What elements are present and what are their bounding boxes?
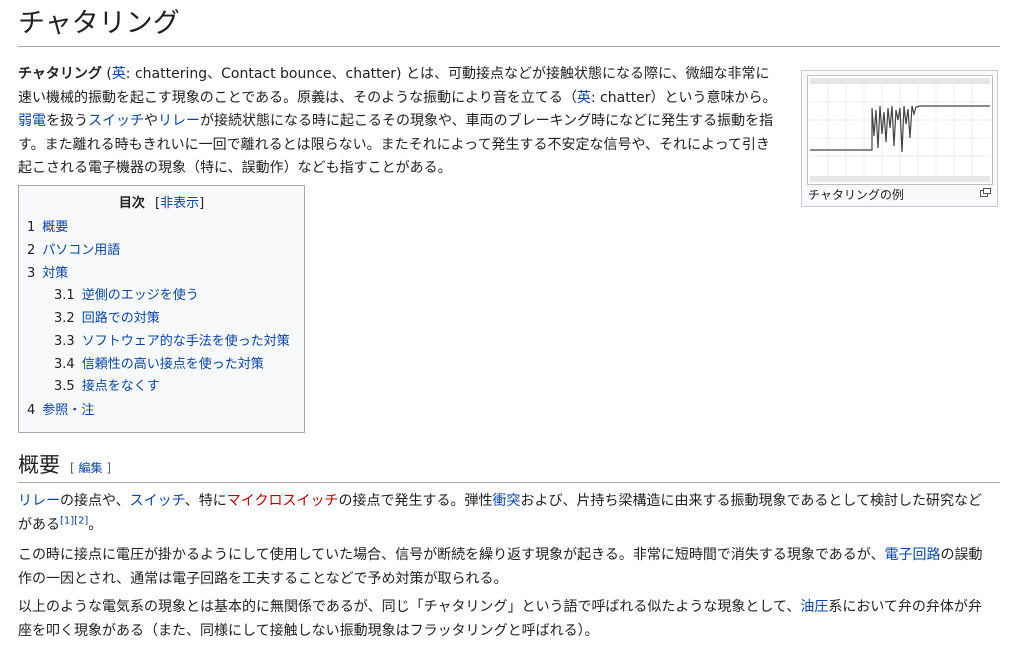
link-electronic-circuit[interactable]: 電子回路 xyxy=(884,547,940,563)
link-hydraulic[interactable]: 油圧 xyxy=(800,599,828,615)
reference-1[interactable]: [1] xyxy=(60,515,74,526)
body-text: の接点で発生する。弾性 xyxy=(338,493,493,509)
edit-bracket: [ xyxy=(70,461,79,475)
toc-link[interactable]: 概要 xyxy=(42,220,68,235)
toc-link[interactable]: ソフトウェア的な手法を使った対策 xyxy=(82,334,290,349)
link-switch[interactable]: スイッチ xyxy=(88,113,144,129)
toc-header: 目次 [非表示] xyxy=(19,186,304,213)
toc-num: 3.4 xyxy=(54,357,75,372)
body-text: 、特に xyxy=(184,493,227,509)
lead-text: : chatter）という意味から。 xyxy=(590,89,777,106)
body-text: この時に接点に電圧が掛かるようにして使用していた場合、信号が断続を繰り返す現象が… xyxy=(18,547,885,563)
toc-link[interactable]: 逆側のエッジを使う xyxy=(82,288,199,303)
toc-link[interactable]: 対策 xyxy=(42,266,68,281)
link-impact[interactable]: 衝突 xyxy=(493,493,521,509)
thumbnail-figure: チャタリングの例 xyxy=(801,70,998,207)
oscilloscope-trace xyxy=(808,76,992,184)
reference-2[interactable]: [2] xyxy=(74,515,88,526)
link-switch[interactable]: スイッチ xyxy=(130,493,185,509)
toc-link[interactable]: 信頼性の高い接点を使った対策 xyxy=(82,357,264,372)
lead-term: チャタリング xyxy=(18,66,102,82)
section-heading: 概要 [ 編集 ] xyxy=(18,448,1000,483)
toc-num: 3.2 xyxy=(54,311,75,326)
lead-text: ( xyxy=(101,66,112,82)
toc-item-4[interactable]: 4 参照・注 xyxy=(27,402,94,420)
toc-hide-link[interactable]: 非表示 xyxy=(160,196,199,211)
toc-num: 1 xyxy=(27,220,36,235)
body-paragraph-3: 以上のような電気系の現象とは基本的に無関係であるが、同じ「チャタリング」という語… xyxy=(18,596,988,643)
body-text: 以上のような電気系の現象とは基本的に無関係であるが、同じ「チャタリング」という語… xyxy=(18,599,801,615)
toc-link[interactable]: 参照・注 xyxy=(42,403,94,418)
toc-num: 3.3 xyxy=(54,334,75,349)
thumbnail-caption: チャタリングの例 xyxy=(808,188,904,202)
lead-paragraph: チャタリング (英: chattering、Contact bounce、cha… xyxy=(18,63,778,181)
toc-num: 4 xyxy=(27,403,36,418)
edit-bracket: ] xyxy=(102,461,112,475)
toc-item-3-2[interactable]: 3.2 回路での対策 xyxy=(54,310,160,328)
link-weak-current[interactable]: 弱電 xyxy=(18,113,46,129)
toc-num: 2 xyxy=(27,243,36,258)
table-of-contents: 目次 [非表示] 1 概要 2 パソコン用語 3 対策 3.1 逆側のエッジを使う 3.… xyxy=(18,185,305,433)
page-title: チャタリング xyxy=(18,4,1000,47)
toc-link[interactable]: パソコン用語 xyxy=(42,243,120,258)
body-paragraph-1: リレーの接点や、スイッチ、特にマイクロスイッチの接点で発生する。弾性衝突および、… xyxy=(18,490,988,537)
toc-item-3-5[interactable]: 3.5 接点をなくす xyxy=(54,378,160,396)
lead-text: や xyxy=(144,113,158,129)
edit-link[interactable]: 編集 xyxy=(79,461,103,475)
toc-item-3[interactable]: 3 対策 xyxy=(27,265,68,283)
toc-item-3-4[interactable]: 3.4 信頼性の高い接点を使った対策 xyxy=(54,356,264,374)
oscilloscope-image[interactable] xyxy=(807,75,993,185)
link-microswitch[interactable]: マイクロスイッチ xyxy=(227,493,339,509)
toc-toggle: [非表示] xyxy=(155,196,204,211)
magnify-icon[interactable] xyxy=(980,187,991,200)
body-text: の接点や、 xyxy=(60,493,130,509)
toc-num: 3.5 xyxy=(54,379,75,394)
toc-item-2[interactable]: 2 パソコン用語 xyxy=(27,242,120,260)
body-paragraph-2: この時に接点に電圧が掛かるようにして使用していた場合、信号が断続を繰り返す現象が… xyxy=(18,544,988,591)
toc-link[interactable]: 回路での対策 xyxy=(82,311,160,326)
toc-item-1[interactable]: 1 概要 xyxy=(27,219,68,237)
toc-num: 3 xyxy=(27,266,36,281)
toc-item-3-1[interactable]: 3.1 逆側のエッジを使う xyxy=(54,287,199,305)
link-relay[interactable]: リレー xyxy=(18,493,60,509)
body-text: 。 xyxy=(88,516,103,533)
lead-text: を扱う xyxy=(46,113,88,129)
toc-num: 3.1 xyxy=(54,288,75,303)
section-edit: [ 編集 ] xyxy=(70,461,111,475)
link-english[interactable]: 英 xyxy=(112,66,126,82)
toc-bracket: ] xyxy=(199,196,205,211)
toc-title: 目次 xyxy=(118,196,145,211)
link-relay[interactable]: リレー xyxy=(158,113,200,129)
section-title: 概要 xyxy=(18,453,60,477)
link-english-2[interactable]: 英 xyxy=(577,90,591,106)
toc-item-3-3[interactable]: 3.3 ソフトウェア的な手法を使った対策 xyxy=(54,333,290,351)
toc-link[interactable]: 接点をなくす xyxy=(82,379,160,394)
